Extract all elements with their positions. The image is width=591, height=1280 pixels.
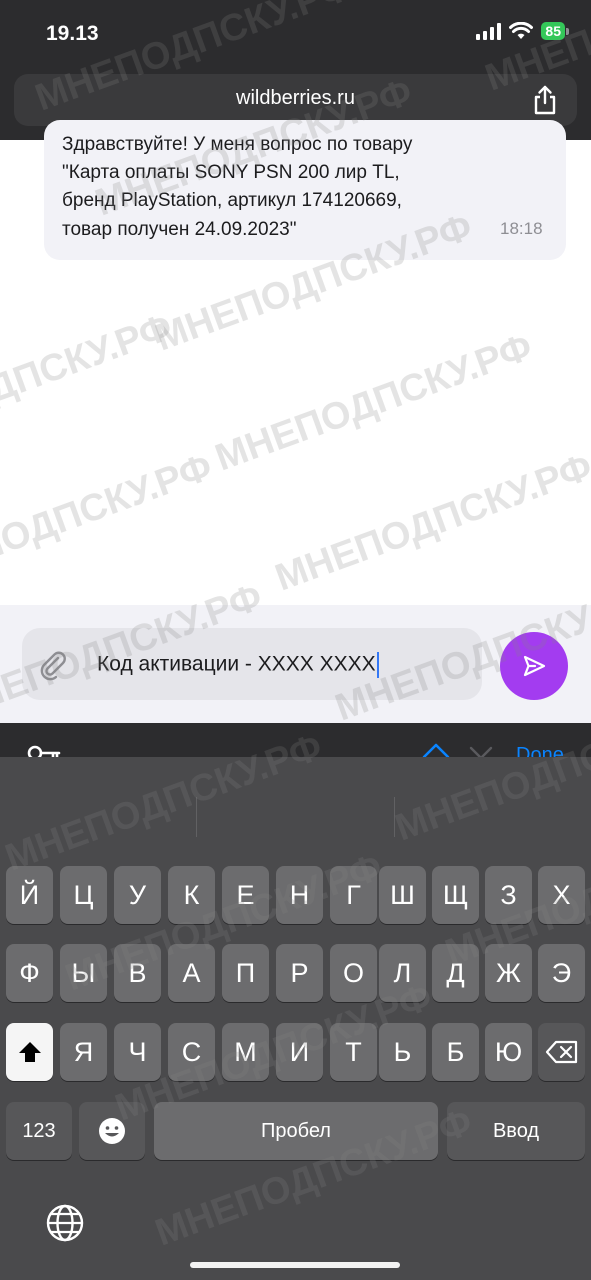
key-letter[interactable]: М <box>222 1023 269 1081</box>
key-letter[interactable]: Ч <box>114 1023 161 1081</box>
key-letter[interactable]: Ш <box>379 866 426 924</box>
shift-arrow-icon <box>18 1042 41 1062</box>
key-letter[interactable]: В <box>114 944 161 1002</box>
battery-indicator: 85 <box>541 22 569 40</box>
key-letter[interactable]: Н <box>276 866 323 924</box>
key-letter[interactable]: Э <box>538 944 585 1002</box>
key-letter[interactable]: К <box>168 866 215 924</box>
status-icons: 85 <box>476 22 569 40</box>
text-caret <box>376 652 379 678</box>
message-line: "Карта оплаты SONY PSN 200 лир TL, <box>62 162 400 183</box>
globe-icon[interactable] <box>45 1203 85 1243</box>
composer: Код активации - XXXX XXXX <box>0 605 591 723</box>
message-line: бренд PlayStation, артикул 174120669, <box>62 190 402 211</box>
share-icon[interactable] <box>529 84 561 116</box>
emoji-key[interactable] <box>79 1102 145 1160</box>
key-letter[interactable]: Ю <box>485 1023 532 1081</box>
key-letter[interactable]: Я <box>60 1023 107 1081</box>
url-text: wildberries.ru <box>236 87 355 109</box>
keyboard: Й Ц У К Е Н Г Ш Щ З Х Ф Ы В А П Р О Л Д … <box>0 757 591 1280</box>
paperclip-icon[interactable] <box>36 648 70 682</box>
key-letter[interactable]: Е <box>222 866 269 924</box>
send-icon <box>523 655 546 677</box>
watermark: МНЕПОДПСКУ.РФ <box>270 445 591 600</box>
key-letter[interactable]: А <box>168 944 215 1002</box>
watermark: МНЕПОДПСКУ.РФ <box>0 305 178 460</box>
status-time: 19.13 <box>46 22 99 45</box>
emoji-icon <box>99 1118 125 1144</box>
key-letter[interactable]: Ф <box>6 944 53 1002</box>
backspace-key[interactable] <box>538 1023 585 1081</box>
message-line: товар получен 24.09.2023" <box>62 219 297 240</box>
send-button[interactable] <box>500 632 568 700</box>
key-letter[interactable]: Л <box>379 944 426 1002</box>
key-letter[interactable]: Ц <box>60 866 107 924</box>
key-letter[interactable]: Г <box>330 866 377 924</box>
key-letter[interactable]: Б <box>432 1023 479 1081</box>
shift-key[interactable] <box>6 1023 53 1081</box>
wifi-icon <box>509 22 534 39</box>
key-letter[interactable]: Й <box>6 866 53 924</box>
return-key[interactable]: Ввод <box>447 1102 585 1160</box>
key-letter[interactable]: Щ <box>432 866 479 924</box>
space-key[interactable]: Пробел <box>154 1102 438 1160</box>
cellular-signal-icon <box>476 22 502 40</box>
key-letter[interactable]: Р <box>276 944 323 1002</box>
suggestion-divider <box>394 797 395 837</box>
key-letter[interactable]: С <box>168 1023 215 1081</box>
message-line: Здравствуйте! У меня вопрос по товару <box>62 134 413 155</box>
key-letter[interactable]: З <box>485 866 532 924</box>
key-letter[interactable]: Ж <box>485 944 532 1002</box>
message-input-text: Код активации - XXXX XXXX <box>97 652 379 678</box>
key-letter[interactable]: П <box>222 944 269 1002</box>
address-bar[interactable]: wildberries.ru <box>14 74 577 126</box>
suggestion-divider <box>196 797 197 837</box>
key-letter[interactable]: Д <box>432 944 479 1002</box>
message-time: 18:18 <box>500 219 543 238</box>
key-letter[interactable]: Ь <box>379 1023 426 1081</box>
key-letter[interactable]: Х <box>538 866 585 924</box>
browser-top-bar: 19.13 85 wildberries.ru <box>0 0 591 140</box>
numbers-key[interactable]: 123 <box>6 1102 72 1160</box>
watermark: МНЕПОДПСКУ.РФ <box>0 445 218 600</box>
message-input-value: Код активации - XXXX XXXX <box>97 652 376 676</box>
key-letter[interactable]: Ы <box>60 944 107 1002</box>
watermark: МНЕПОДПСКУ.РФ <box>210 325 538 480</box>
backspace-icon <box>545 1040 577 1064</box>
home-indicator[interactable] <box>190 1262 400 1268</box>
key-letter[interactable]: О <box>330 944 377 1002</box>
key-letter[interactable]: Т <box>330 1023 377 1081</box>
key-letter[interactable]: У <box>114 866 161 924</box>
message-input[interactable]: Код активации - XXXX XXXX <box>22 628 482 700</box>
key-letter[interactable]: И <box>276 1023 323 1081</box>
